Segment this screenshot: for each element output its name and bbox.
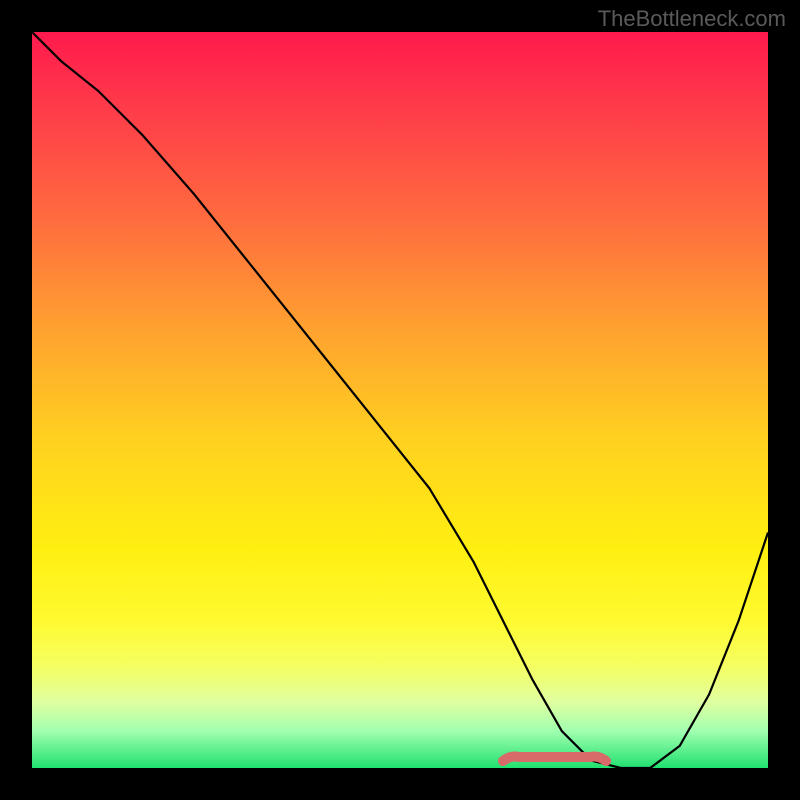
plot-area bbox=[32, 32, 768, 768]
watermark-text: TheBottleneck.com bbox=[598, 6, 786, 32]
bottleneck-curve bbox=[32, 32, 768, 768]
optimal-range-marker bbox=[503, 757, 606, 762]
chart-svg bbox=[32, 32, 768, 768]
